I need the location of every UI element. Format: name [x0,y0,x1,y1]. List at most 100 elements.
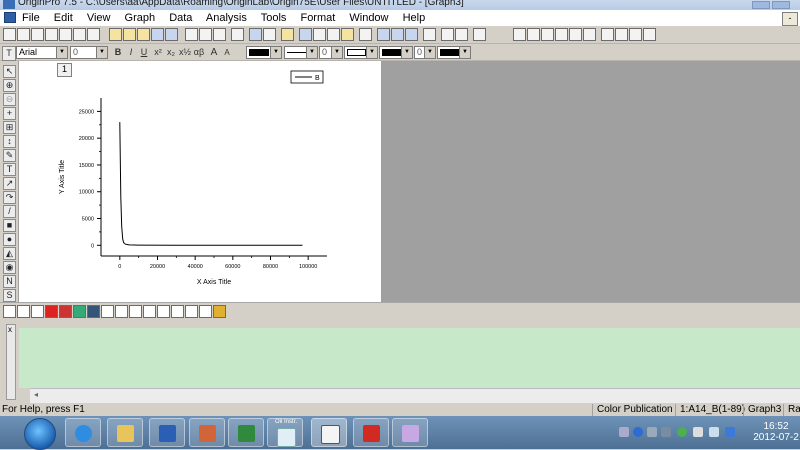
pointer-icon[interactable]: ↖ [3,65,16,78]
taskbar-paint[interactable] [392,418,428,447]
security-icon[interactable] [677,427,687,437]
show-hidden-icon[interactable] [661,427,671,437]
save-project-icon[interactable] [151,28,164,41]
line-plot-icon[interactable] [3,305,16,318]
open-excel-icon[interactable] [137,28,150,41]
new-matrix-icon[interactable] [45,28,58,41]
menu-analysis[interactable]: Analysis [206,12,247,24]
rectangle-tool-icon[interactable]: ■ [3,219,16,232]
project-explorer-icon[interactable] [327,28,340,41]
script-input-area[interactable] [19,328,800,388]
super-subscript-button[interactable]: x½ [179,46,191,59]
draw-data-icon[interactable]: ✎ [3,149,16,162]
zoom-icon[interactable]: ⊕ [3,79,16,92]
polyline-tool-icon[interactable]: N [3,275,16,288]
font-size-select[interactable]: 0 ▼ [70,46,108,59]
layer-icon[interactable] [615,28,628,41]
ternary-plot-icon[interactable] [129,305,142,318]
merge-graphs-icon[interactable] [455,28,468,41]
line-color-select[interactable]: ▼ [379,46,413,59]
save-template-icon[interactable] [165,28,178,41]
polygon-tool-icon[interactable]: ◭ [3,247,16,260]
add-layer-icon[interactable] [359,28,372,41]
fill-pattern-select[interactable]: ▼ [344,46,378,59]
template-library-icon[interactable] [171,305,184,318]
box-chart-icon[interactable] [199,305,212,318]
arrow-tool-icon[interactable]: ↗ [3,177,16,190]
new-layout-icon[interactable] [73,28,86,41]
taskbar-word[interactable] [149,418,185,447]
refresh-icon[interactable] [249,28,262,41]
clock[interactable]: 16:52 2012-07-2 [752,421,800,443]
horizontal-scrollbar[interactable]: ◂ [30,388,800,403]
timestamp-icon[interactable] [643,28,656,41]
data-selector-icon[interactable]: ↕ [3,135,16,148]
border-width-select[interactable]: 0 ▼ [414,46,436,59]
taskbar-windows-explorer[interactable] [107,418,143,447]
info-icon[interactable] [629,28,642,41]
underline-button[interactable]: U [138,46,150,59]
greek-button[interactable]: αβ [193,46,205,59]
axis-box-icon[interactable] [527,28,540,41]
results-log-icon[interactable] [299,28,312,41]
script-close-marker[interactable]: x [8,325,12,334]
menu-data[interactable]: Data [169,12,192,24]
column-plot-icon[interactable] [45,305,58,318]
whole-page-icon[interactable] [405,28,418,41]
text-tool-icon[interactable]: T [3,163,16,176]
line-width-select[interactable]: 0 ▼ [319,46,343,59]
double-y-icon[interactable] [185,305,198,318]
graph-window-icon[interactable] [4,12,16,23]
menu-help[interactable]: Help [403,12,426,24]
script-window-gripper[interactable]: x [6,324,16,400]
tray-app-icon[interactable] [647,427,657,437]
code-builder-icon[interactable] [281,28,294,41]
legend-icon[interactable] [601,28,614,41]
region-tool-icon[interactable]: ◉ [3,261,16,274]
new-graph-icon[interactable] [31,28,44,41]
axis-corner-icon[interactable] [569,28,582,41]
font-name-select[interactable]: Arial ▼ [16,46,68,59]
rescale-icon[interactable] [423,28,436,41]
code-icon[interactable] [341,28,354,41]
script-window-icon[interactable] [313,28,326,41]
stacked-column-icon[interactable] [59,305,72,318]
area-plot-icon[interactable] [87,305,100,318]
axis-box2-icon[interactable] [555,28,568,41]
menu-view[interactable]: View [87,12,111,24]
taskbar-oil-instrument[interactable]: Oil Instr. [267,418,303,447]
screen-reader-icon[interactable]: + [3,107,16,120]
menu-window[interactable]: Window [349,12,388,24]
axis-corner2-icon[interactable] [583,28,596,41]
extract-layers-icon[interactable] [441,28,454,41]
data-reader-icon[interactable]: ⊞ [3,121,16,134]
network-icon[interactable] [709,427,719,437]
plot-layer[interactable]: 0 20000 40000 60000 80000 100000 0 5000 10000 150… [19,61,381,302]
vector-plot-icon[interactable] [157,305,170,318]
open-template-icon[interactable] [123,28,136,41]
open-icon[interactable] [109,28,122,41]
taskbar-powerpoint[interactable] [189,418,225,447]
menu-graph[interactable]: Graph [125,12,156,24]
language-icon[interactable] [619,427,629,437]
line-tool-icon[interactable]: / [3,205,16,218]
pie-chart-icon[interactable] [73,305,86,318]
menu-tools[interactable]: Tools [261,12,287,24]
taskbar-internet-explorer[interactable] [65,418,101,447]
menu-file[interactable]: File [22,12,40,24]
freehand-tool-icon[interactable]: S [3,289,16,302]
duplicate-icon[interactable] [263,28,276,41]
taskbar-adobe-reader[interactable] [353,418,389,447]
close-button[interactable] [772,1,790,9]
minimize-button[interactable] [752,1,770,9]
line-style-select[interactable]: ▼ [284,46,318,59]
line-symbol-plot-icon[interactable] [31,305,44,318]
fill-color-select[interactable]: ▼ [437,46,471,59]
font-color-select[interactable]: ▼ [246,46,282,59]
import-multiple-icon[interactable] [199,28,212,41]
print-icon[interactable] [231,28,244,41]
volume-icon[interactable] [693,427,703,437]
bold-button[interactable]: B [112,46,124,59]
scroll-left-arrow-icon[interactable]: ◂ [34,390,38,399]
new-notes-icon[interactable] [87,28,100,41]
